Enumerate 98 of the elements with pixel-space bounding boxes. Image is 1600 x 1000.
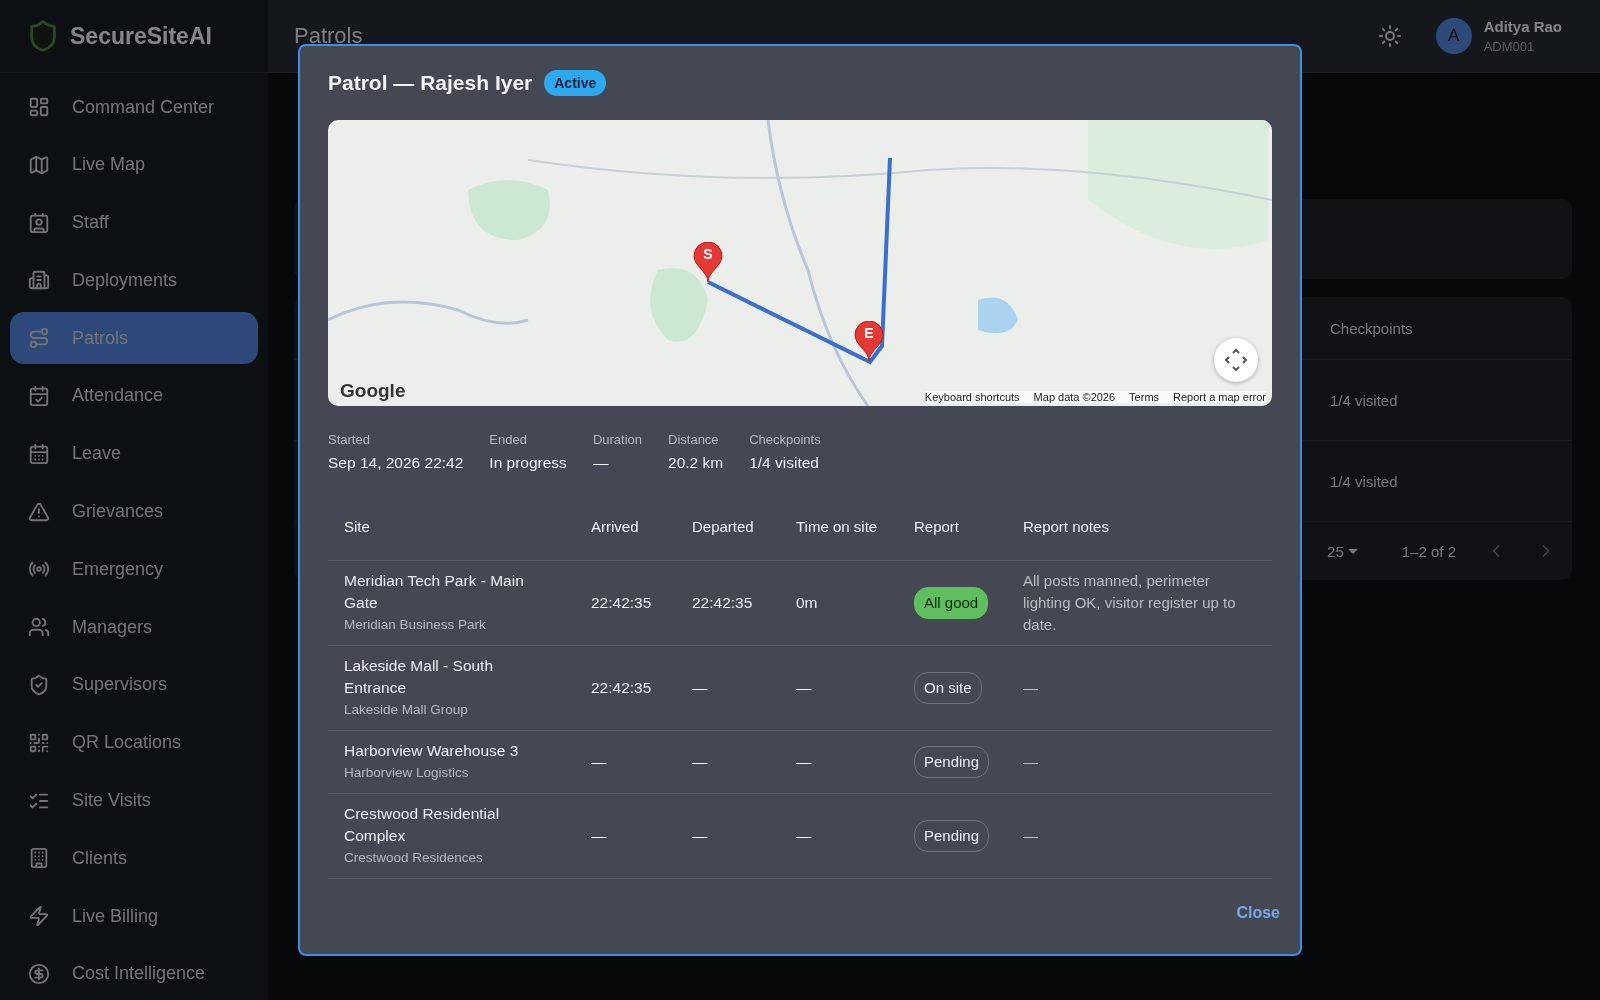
building-icon [28,269,50,292]
stat-value: 1/4 visited [749,454,820,472]
column-header: Arrived [575,494,676,561]
lightning-icon [28,905,50,928]
calendar-check-icon [28,385,50,407]
sidebar-item[interactable]: Staff [10,196,258,249]
column-header: Report [898,494,1007,561]
stat-value: — [592,454,610,472]
site-name: Harborview Warehouse 3 [344,741,520,761]
map-icon [28,153,50,176]
client-name: Crestwood Residences [344,849,484,867]
stat-value: 20.2 km [668,454,724,472]
warning-icon [28,500,50,523]
dollar-icon [28,962,50,985]
stat-value: Sep 14, 2026 22:42 [328,454,464,472]
building-icon [28,847,50,870]
client-name: Meridian Business Park [344,616,487,634]
column-header: Site [328,494,575,561]
stat-value: In progress [489,454,567,472]
table-cell: — [575,730,676,794]
sidebar-item[interactable]: Clients [10,832,258,885]
table-cell: — [575,793,676,879]
column-header: Checkpoints [1330,319,1414,337]
app-name: SecureSiteAI [70,22,212,50]
stat-label: Checkpoints [749,432,821,447]
table-cell: 22:42:35 [676,560,780,646]
map-attribution-link[interactable]: Terms [1129,391,1160,403]
site-name: Meridian Tech Park - Main Gate [344,571,525,613]
caret-icon [1347,548,1358,554]
site-name: Crestwood Residential Complex [344,804,501,846]
report-notes: — [1023,679,1038,696]
user-id: ADM001 [1483,39,1536,54]
table-cell: 22:42:35 [575,560,676,646]
client-name: Lakeside Mall Group [344,701,469,719]
column-header: Time on site [780,494,898,561]
report-notes: — [1023,827,1038,844]
route-icon [28,327,50,350]
map-attribution-link[interactable]: Map data ©2026 [1033,391,1116,403]
table-cell: 22:42:35 [575,645,676,731]
map-pin[interactable]: E [854,321,884,361]
table-cell-text: 1/4 visited [1330,472,1399,490]
column-header: Departed [676,494,780,561]
column-header: Report notes [1007,494,1272,561]
user-avatar: A [1435,18,1472,54]
expand-arrows-icon [1225,349,1247,371]
page-title: Patrols [294,23,364,49]
report-notes: All posts manned, perimeter lighting OK, visitor register up to date. [1023,572,1236,633]
sidebar-item[interactable]: Attendance [10,370,258,422]
pagination-range: 1–2 of 2 [1401,542,1456,560]
sidebar-item[interactable]: Cost Intelligence [10,947,258,1000]
stat-label: Started [328,432,371,447]
sidebar-item[interactable]: Live Map [10,138,258,191]
status-badge: Active [544,70,607,96]
map-attribution-link[interactable]: Report a map error [1173,391,1266,403]
sidebar-item[interactable]: Live Billing [10,890,258,943]
stat-label: Duration [592,432,642,447]
stat-label: Distance [668,432,720,447]
table-cell: — [780,793,898,879]
dashboard-icon [28,96,50,118]
user-name: Aditya Rao [1483,18,1562,35]
rows-per-page-select[interactable]: 25 [1321,541,1364,561]
table-cell: — [780,730,898,794]
map-logo: Google [340,380,406,402]
sidebar-item[interactable]: Leave [10,427,258,480]
map-attribution-link[interactable]: Keyboard shortcuts [924,391,1020,403]
report-notes: — [1023,753,1038,770]
map-pin[interactable]: S [693,242,723,282]
sidebar-item[interactable]: Managers [10,601,258,654]
sidebar-item[interactable]: Supervisors [10,658,258,711]
sidebar-item[interactable]: QR Locations [10,716,258,769]
report-status-chip: Pending [914,820,990,852]
sidebar-item[interactable]: Grievances [10,485,258,538]
table-cell: 0m [780,560,898,646]
site-name: Lakeside Mall - South Entrance [344,656,495,698]
table-cell: — [676,730,780,794]
sidebar-item[interactable]: Emergency [10,543,258,596]
qr-code-icon [28,731,50,754]
sidebar-item[interactable]: Deployments [10,254,258,307]
map-placeholder[interactable]: S E Google Keyboard shortcuts Map data ©2026 Terms Report a map error [328,120,1272,406]
table-cell-text: 1/4 visited [1330,391,1399,409]
client-name: Harborview Logistics [344,764,470,782]
table-cell: — [780,645,898,731]
dialog-title: Patrol — Rajesh Iyer [328,71,533,95]
table-cell: — [676,793,780,879]
calendar-icon [28,442,50,465]
people-icon [28,616,50,639]
shield-icon [28,673,50,696]
report-status-chip: Pending [914,746,990,778]
sidebar-item[interactable]: Command Center [10,81,258,133]
fullscreen-button[interactable] [1214,338,1258,382]
sun-icon [1377,24,1402,48]
sidebar-item[interactable]: Site Visits [10,774,258,827]
id-card-icon [28,211,50,234]
stat-label: Ended [489,432,528,447]
report-status-chip: On site [914,672,982,704]
close-button[interactable]: Close [1228,898,1288,928]
table-cell: — [676,645,780,731]
report-status-chip: All good [914,587,989,619]
